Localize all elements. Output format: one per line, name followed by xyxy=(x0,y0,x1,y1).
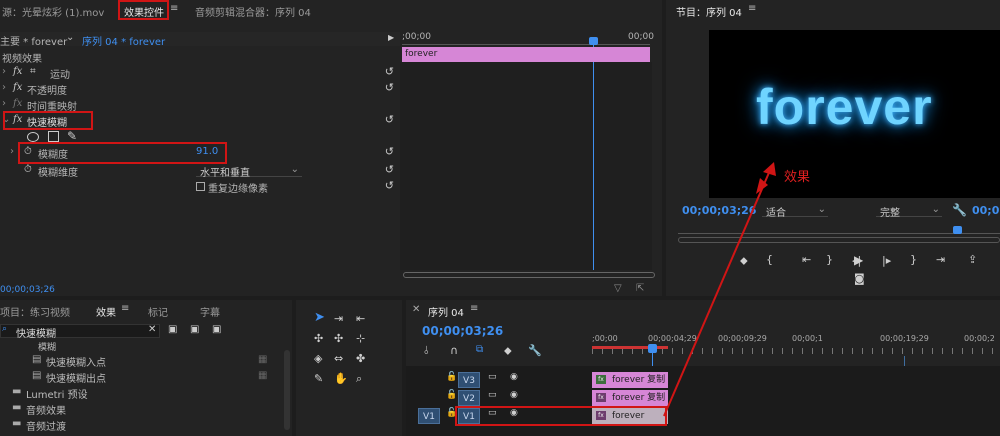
annotation-arrow-head xyxy=(763,162,776,176)
annotation-arrows xyxy=(663,162,776,417)
annotation-arrow-line xyxy=(663,167,772,417)
